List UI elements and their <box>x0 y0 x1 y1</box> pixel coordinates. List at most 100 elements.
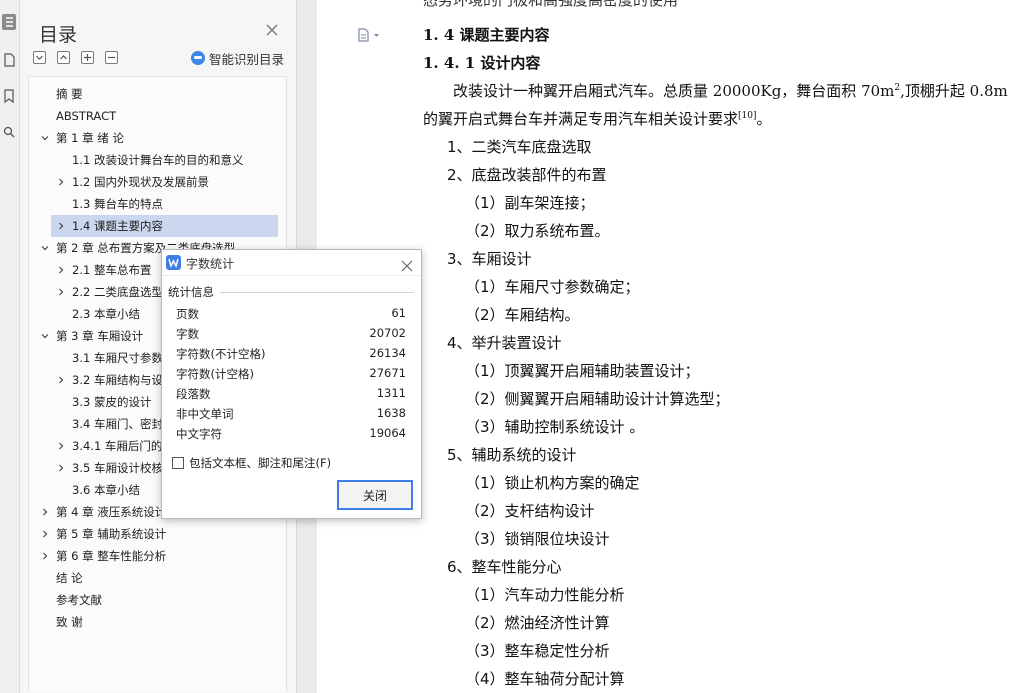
search-icon[interactable] <box>2 124 16 140</box>
close-button[interactable]: 关闭 <box>337 480 413 510</box>
close-icon[interactable] <box>401 257 413 272</box>
toc-item-label: 1.1 改装设计舞台车的目的和意义 <box>72 153 244 167</box>
toc-item[interactable]: 摘 要 <box>29 83 286 105</box>
list-item: 4、举升装置设计 <box>447 334 562 352</box>
stat-value: 26134 <box>369 346 406 360</box>
chevron-right-icon[interactable] <box>57 288 65 296</box>
heading-1-4: 1. 4 课题主要内容 <box>423 26 550 44</box>
list-item: （3）整车稳定性分析 <box>465 642 610 660</box>
word-count-dialog: 字数统计 统计信息 包括文本框、脚注和尾注(F) 关闭 页数 61 字数 20702 字… <box>161 249 422 519</box>
chevron-right-icon[interactable] <box>57 464 65 472</box>
list-item: 1、二类汽车底盘选取 <box>447 138 592 156</box>
chevron-right-icon[interactable] <box>41 552 49 560</box>
toc-item[interactable]: 1.4 课题主要内容 <box>51 215 278 237</box>
chevron-down-icon[interactable] <box>41 332 49 340</box>
toc-item[interactable]: ABSTRACT <box>29 105 286 127</box>
document-icon[interactable] <box>2 52 16 68</box>
list-item: 2、底盘改装部件的布置 <box>447 166 607 184</box>
stat-label: 字数 <box>176 327 199 341</box>
list-item: （3）辅助控制系统设计 。 <box>465 418 645 436</box>
reference-marker: [10] <box>738 111 757 121</box>
stat-value: 61 <box>391 306 406 320</box>
stat-label: 非中文单词 <box>176 407 234 421</box>
toc-item-label: 1.2 国内外现状及发展前景 <box>72 175 209 189</box>
stat-value: 27671 <box>369 366 406 380</box>
smart-toc-label: 智能识别目录 <box>209 51 285 67</box>
bookmark-icon[interactable] <box>2 88 16 104</box>
toc-item[interactable]: 第 5 章 辅助系统设计 <box>29 523 286 545</box>
partial-text-line: 态势环境的门极和高强度高密度的使用 <box>423 0 679 9</box>
chevron-right-icon[interactable] <box>57 266 65 274</box>
paragraph-text: 。 <box>756 110 772 128</box>
list-item: （2）取力系统布置。 <box>465 222 610 240</box>
chevron-right-icon[interactable] <box>57 376 65 384</box>
include-textbox-label[interactable]: 包括文本框、脚注和尾注(F) <box>189 455 331 471</box>
stat-label: 字符数(计空格) <box>176 367 254 381</box>
add-icon[interactable] <box>81 51 94 64</box>
list-item: （1）顶翼翼开启厢辅助装置设计； <box>465 362 700 380</box>
toc-item[interactable]: 参考文献 <box>29 589 286 611</box>
chevron-down-icon[interactable] <box>41 134 49 142</box>
toc-item-label: 1.3 舞台车的特点 <box>72 197 163 211</box>
left-tool-strip <box>0 0 20 693</box>
toc-item-label: 第 3 章 车厢设计 <box>56 329 144 343</box>
toc-item[interactable]: 第 6 章 整车性能分析 <box>29 545 286 567</box>
toc-item-label: ABSTRACT <box>56 109 117 123</box>
paragraph-text: 改装设计一种翼开启厢式汽车。总质量 20000Kg，舞台面积 70m <box>453 82 895 100</box>
list-item: （1）副车架连接； <box>465 194 595 212</box>
toc-item[interactable]: 1.2 国内外现状及发展前景 <box>29 171 286 193</box>
collapse-all-icon[interactable] <box>33 51 46 64</box>
toc-item-label: 3.3 蒙皮的设计 <box>72 395 152 409</box>
list-item: （4）整车轴荷分配计算 <box>465 670 625 688</box>
toc-item-label: 2.3 本章小结 <box>72 307 140 321</box>
expand-up-icon[interactable] <box>57 51 70 64</box>
close-icon[interactable] <box>265 22 279 36</box>
chevron-right-icon[interactable] <box>57 222 65 230</box>
stat-value: 20702 <box>369 326 406 340</box>
toc-item[interactable]: 致 谢 <box>29 611 286 633</box>
document-page[interactable]: 态势环境的门极和高强度高密度的使用 1. 4 课题主要内容 1. 4. 1 设计… <box>317 0 1021 693</box>
toc-item[interactable]: 第 1 章 绪 论 <box>29 127 286 149</box>
stats-section-label: 统计信息 <box>168 285 214 299</box>
toc-panel-icon[interactable] <box>2 14 16 30</box>
toc-item-label: 3.2 车厢结构与设计 <box>72 373 175 387</box>
toc-item-label: 第 5 章 辅助系统设计 <box>56 527 167 541</box>
stat-label: 字符数(不计空格) <box>176 347 266 361</box>
smart-toc-button[interactable]: 智能识别目录 <box>191 50 285 67</box>
wps-logo-icon <box>166 255 181 270</box>
list-item: 3、车厢设计 <box>447 250 532 268</box>
toc-item-label: 第 6 章 整车性能分析 <box>56 549 167 563</box>
paragraph-text: ,顶棚升起 0.8m <box>900 82 1008 100</box>
chevron-right-icon[interactable] <box>41 530 49 538</box>
stat-value: 1638 <box>376 406 406 420</box>
list-item: （1）汽车动力性能分析 <box>465 586 625 604</box>
chevron-right-icon[interactable] <box>57 442 65 450</box>
toc-item-label: 参考文献 <box>56 593 102 607</box>
chevron-right-icon[interactable] <box>41 508 49 516</box>
toc-item-label: 3.4.1 车厢后门的 <box>72 439 163 453</box>
list-item: 5、辅助系统的设计 <box>447 446 577 464</box>
include-textbox-checkbox[interactable] <box>172 457 184 469</box>
toc-item-label: 1.4 课题主要内容 <box>72 219 163 233</box>
body-paragraph-line-1: 改装设计一种翼开启厢式汽车。总质量 20000Kg，舞台面积 70m2,顶棚升起… <box>453 81 1008 101</box>
stat-value: 19064 <box>369 426 406 440</box>
list-item: （3）锁销限位块设计 <box>465 530 610 548</box>
remove-icon[interactable] <box>105 51 118 64</box>
stat-label: 中文字符 <box>176 427 222 441</box>
chevron-down-icon[interactable] <box>41 244 49 252</box>
toc-item[interactable]: 1.3 舞台车的特点 <box>29 193 286 215</box>
stat-value: 1311 <box>376 386 406 400</box>
list-item: （1）锁止机构方案的确定 <box>465 474 640 492</box>
toc-item-label: 3.6 本章小结 <box>72 483 140 497</box>
dialog-title: 字数统计 <box>186 257 235 271</box>
list-item: 6、整车性能分心 <box>447 558 562 576</box>
toc-item[interactable]: 1.1 改装设计舞台车的目的和意义 <box>29 149 286 171</box>
toc-item-label: 2.2 二类底盘选型 <box>72 285 163 299</box>
toc-item-label: 致 谢 <box>56 615 83 629</box>
paragraph-menu-icon[interactable] <box>357 27 381 42</box>
toc-item-label: 摘 要 <box>56 87 83 101</box>
heading-1-4-1: 1. 4. 1 设计内容 <box>423 54 541 72</box>
dialog-titlebar[interactable]: 字数统计 <box>162 250 421 276</box>
toc-item[interactable]: 结 论 <box>29 567 286 589</box>
chevron-right-icon[interactable] <box>57 178 65 186</box>
